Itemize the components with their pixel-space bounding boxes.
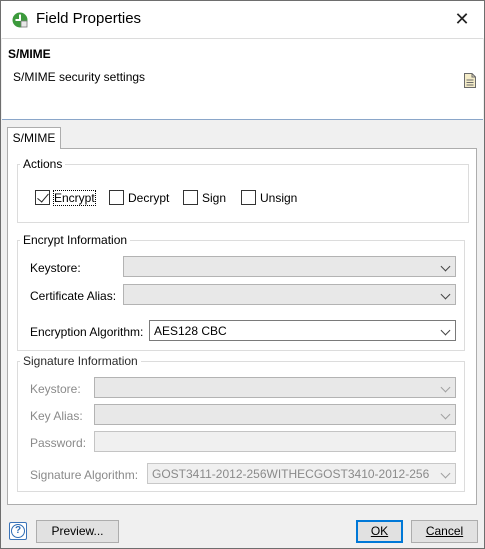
ok-button[interactable]: OK — [356, 520, 403, 543]
ok-label: OK — [370, 524, 389, 538]
encryption-algorithm-select[interactable]: AES128 CBC — [149, 320, 456, 341]
signature-algorithm-value: GOST3411-2012-256WITHECGOST3410-2012-256 — [152, 467, 430, 481]
signature-information-legend: Signature Information — [23, 354, 138, 368]
key-alias-label: Key Alias: — [30, 409, 83, 423]
encrypt-label[interactable]: Encrypt — [53, 190, 96, 206]
encryption-algorithm-label: Encryption Algorithm: — [30, 325, 144, 339]
field-properties-icon — [12, 12, 28, 28]
header-banner: S/MIME S/MIME security settings — [2, 38, 483, 120]
key-alias-select[interactable] — [94, 404, 456, 425]
decrypt-label[interactable]: Decrypt — [128, 191, 169, 205]
signature-algorithm-label: Signature Algorithm: — [30, 468, 139, 482]
tab-panel-smime: Actions Encrypt Decrypt Sign Unsign Encr… — [7, 148, 477, 505]
encrypt-keystore-label: Keystore: — [30, 261, 81, 275]
signature-algorithm-select[interactable]: GOST3411-2012-256WITHECGOST3410-2012-256 — [147, 463, 456, 484]
close-icon[interactable]: ✕ — [452, 9, 472, 29]
certificate-alias-select[interactable] — [123, 284, 456, 305]
password-label: Password: — [30, 436, 87, 450]
cancel-button[interactable]: Cancel — [411, 520, 478, 543]
actions-legend: Actions — [23, 157, 63, 171]
sign-checkbox[interactable] — [183, 190, 198, 205]
sign-label[interactable]: Sign — [202, 191, 226, 205]
encryption-algorithm-value: AES128 CBC — [154, 324, 227, 338]
unsign-checkbox[interactable] — [241, 190, 256, 205]
field-properties-dialog: Field Properties ✕ S/MIME S/MIME securit… — [0, 0, 485, 549]
chevron-down-icon — [440, 468, 451, 479]
help-button[interactable]: ? — [9, 522, 27, 540]
preview-button[interactable]: Preview... — [36, 520, 119, 543]
cancel-label: Cancel — [425, 524, 464, 538]
certificate-alias-label: Certificate Alias: — [30, 289, 117, 303]
banner-description: S/MIME security settings — [13, 70, 146, 84]
document-icon[interactable] — [464, 73, 476, 88]
title-bar: Field Properties ✕ — [1, 1, 484, 38]
chevron-down-icon — [440, 289, 451, 300]
window-title: Field Properties — [36, 10, 142, 27]
signature-keystore-label: Keystore: — [30, 382, 81, 396]
chevron-down-icon — [440, 409, 451, 420]
password-field[interactable] — [94, 431, 456, 452]
encrypt-information-legend: Encrypt Information — [23, 233, 128, 247]
tab-smime[interactable]: S/MIME — [7, 127, 61, 149]
chevron-down-icon — [440, 382, 451, 393]
banner-title: S/MIME — [8, 47, 51, 61]
chevron-down-icon — [440, 325, 451, 336]
help-icon: ? — [11, 524, 25, 538]
unsign-label[interactable]: Unsign — [260, 191, 297, 205]
chevron-down-icon — [440, 261, 451, 272]
signature-keystore-select[interactable] — [94, 377, 456, 398]
encrypt-checkbox[interactable] — [35, 190, 50, 205]
decrypt-checkbox[interactable] — [109, 190, 124, 205]
encrypt-keystore-select[interactable] — [123, 256, 456, 277]
